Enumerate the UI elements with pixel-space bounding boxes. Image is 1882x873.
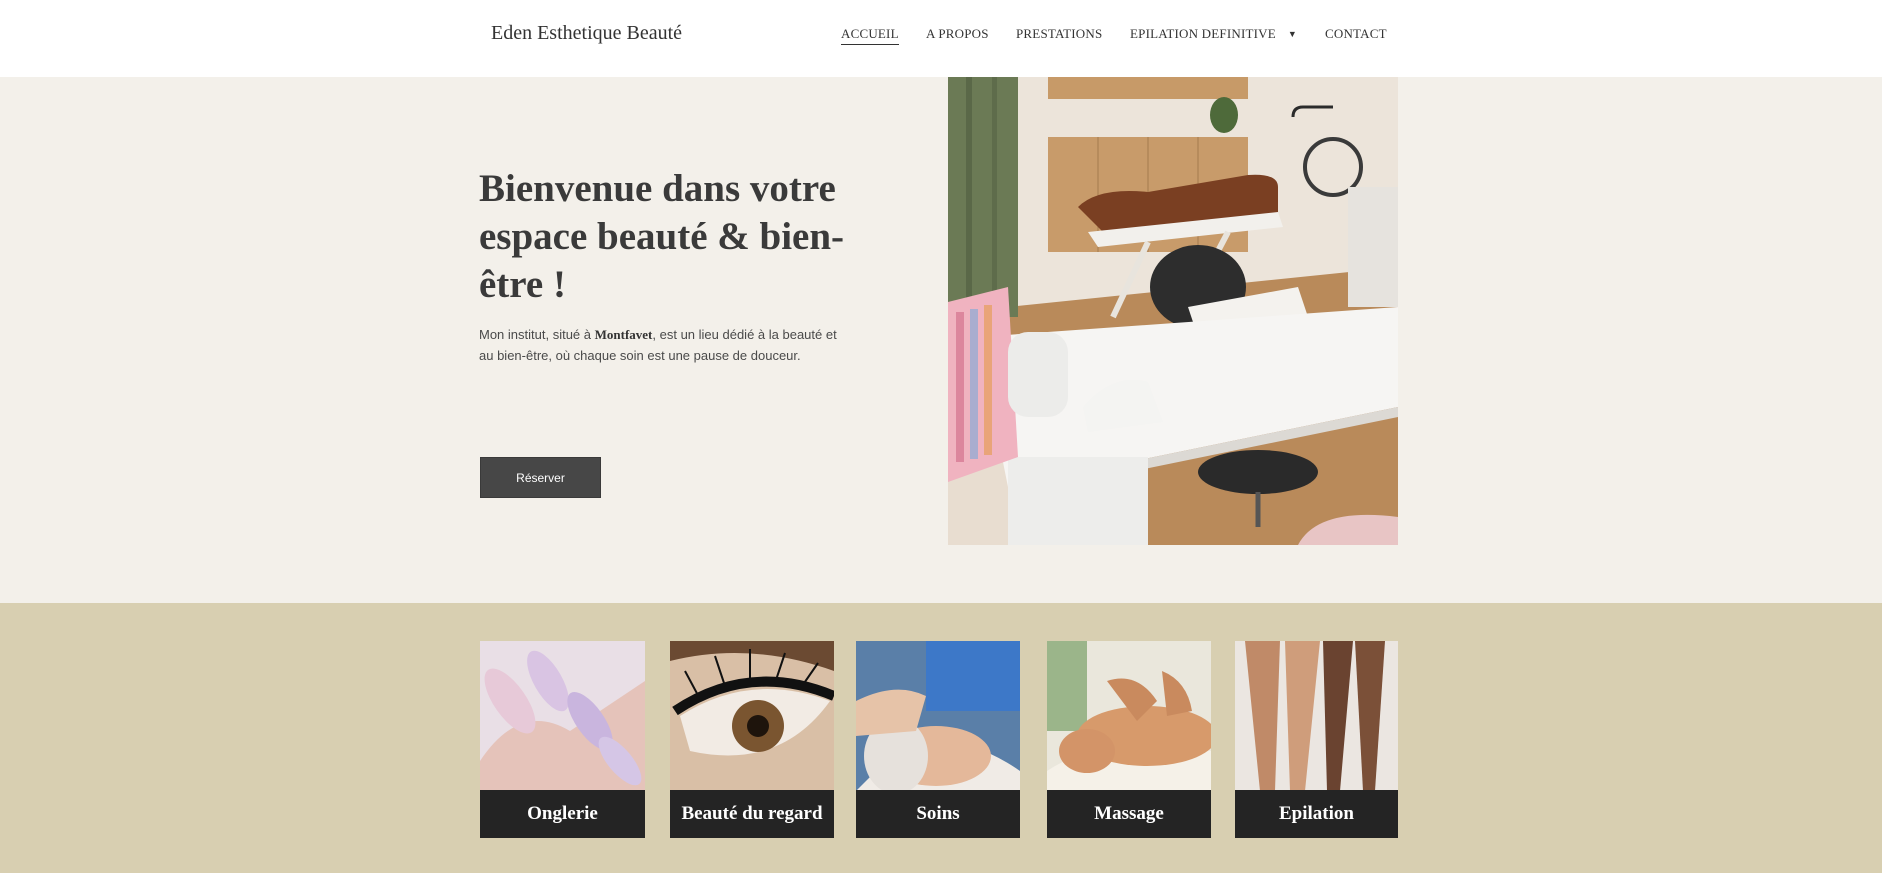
hero-title: Bienvenue dans votre espace beauté & bie… — [479, 167, 845, 306]
site-header: Eden Esthetique Beauté ACCUEIL A PROPOS … — [0, 0, 1882, 77]
service-label: Onglerie — [480, 790, 645, 838]
nav-item-contact[interactable]: CONTACT — [1325, 26, 1387, 42]
service-card-soins[interactable]: Soins — [856, 641, 1020, 838]
hero-text-start: Mon institut, situé à — [479, 327, 595, 342]
service-label: Massage — [1047, 790, 1211, 838]
service-label: Beauté du regard — [670, 790, 834, 838]
nav-item-a-propos[interactable]: A PROPOS — [926, 26, 989, 42]
nav-item-accueil[interactable]: ACCUEIL — [841, 26, 899, 45]
services-section: Onglerie Beauté du regard Soins Massage … — [0, 603, 1882, 873]
salon-image — [948, 77, 1398, 545]
service-card-massage[interactable]: Massage — [1047, 641, 1211, 838]
nav-item-label: EPILATION DEFINITIVE — [1130, 26, 1276, 41]
service-card-onglerie[interactable]: Onglerie — [480, 641, 645, 838]
service-card-beaute-du-regard[interactable]: Beauté du regard — [670, 641, 834, 838]
service-label: Soins — [856, 790, 1020, 838]
service-label: Epilation — [1235, 790, 1398, 838]
site-logo[interactable]: Eden Esthetique Beauté — [491, 22, 682, 45]
hero-text: Mon institut, situé à Montfavet, est un … — [479, 324, 854, 366]
caret-down-icon[interactable]: ▼ — [1288, 29, 1297, 39]
nav-item-epilation-definitive[interactable]: EPILATION DEFINITIVE ▼ — [1130, 26, 1297, 42]
nav-item-prestations[interactable]: PRESTATIONS — [1016, 26, 1102, 42]
hero-text-location: Montfavet — [594, 327, 653, 342]
service-card-epilation[interactable]: Epilation — [1235, 641, 1398, 838]
reserve-button[interactable]: Réserver — [480, 457, 601, 498]
hero-section: Bienvenue dans votre espace beauté & bie… — [0, 77, 1882, 603]
